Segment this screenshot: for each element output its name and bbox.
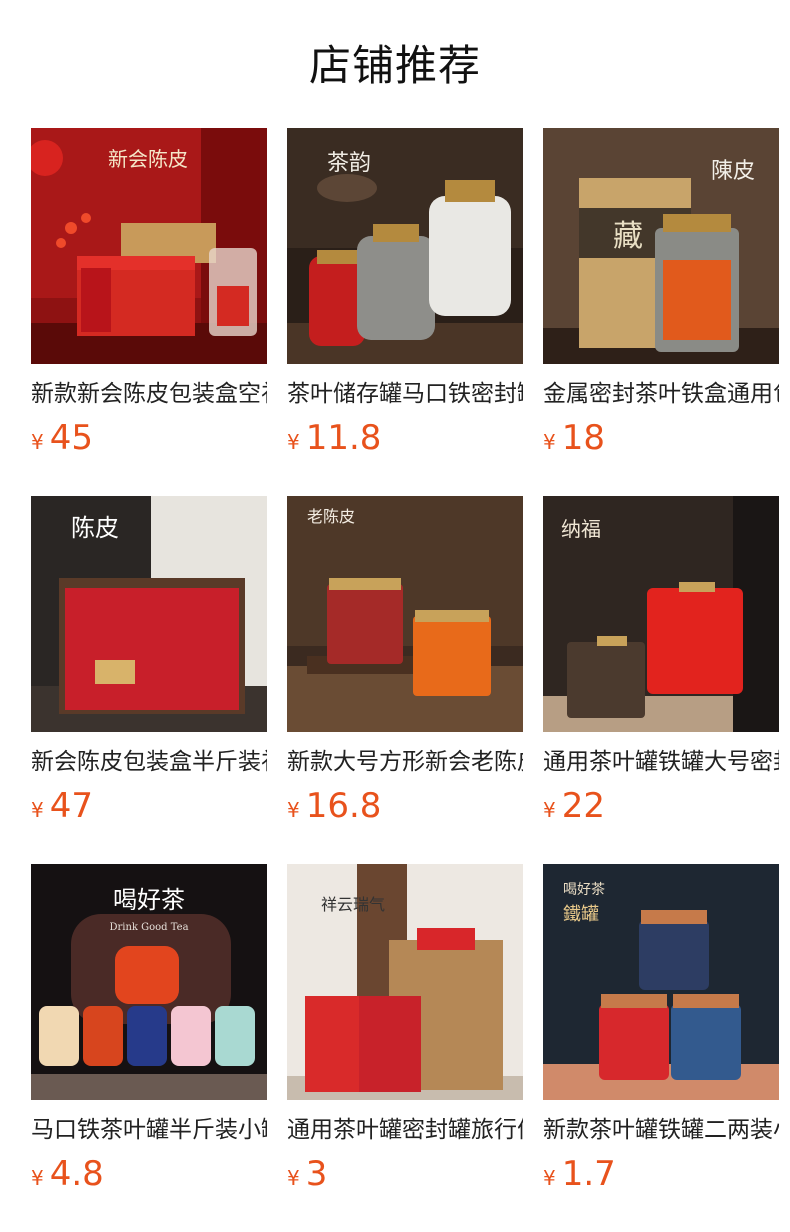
price-value: 16.8 (305, 786, 382, 826)
product-image[interactable]: 纳福 (543, 496, 779, 732)
product-card[interactable]: 喝好茶 鐵罐 新款茶叶罐铁罐二两装小号 ¥1.7 (543, 864, 779, 1200)
image-caption: Drink Good Tea (109, 922, 188, 933)
price-value: 22 (561, 786, 605, 826)
product-name[interactable]: 马口铁茶叶罐半斤装小罐 (31, 1114, 267, 1146)
product-image[interactable]: 陈皮 (31, 496, 267, 732)
product-price: ¥22 (543, 786, 779, 832)
product-name[interactable]: 新款新会陈皮包装盒空礼盒 (31, 378, 267, 410)
image-caption: 藏 (613, 219, 643, 254)
product-card[interactable]: 新会陈皮 新款新会陈皮包装盒空礼盒 ¥45 (31, 128, 267, 464)
image-caption: 鐵罐 (563, 904, 599, 925)
image-caption: 喝好茶 (113, 886, 185, 914)
image-caption: 喝好茶 (563, 882, 605, 898)
product-name[interactable]: 茶叶储存罐马口铁密封罐 (287, 378, 523, 410)
image-caption: 陈皮 (71, 514, 119, 542)
product-name[interactable]: 金属密封茶叶铁盒通用包装 (543, 378, 779, 410)
product-card[interactable]: 祥云瑞气 通用茶叶罐密封罐旅行便携 ¥3 (287, 864, 523, 1200)
product-price: ¥45 (31, 418, 267, 464)
product-name[interactable]: 通用茶叶罐铁罐大号密封罐 (543, 746, 779, 778)
price-value: 1.7 (561, 1154, 616, 1194)
product-name[interactable]: 新款大号方形新会老陈皮罐 (287, 746, 523, 778)
price-value: 11.8 (305, 418, 382, 458)
currency-symbol: ¥ (543, 430, 556, 454)
product-card[interactable]: 老陈皮 新款大号方形新会老陈皮罐 ¥16.8 (287, 496, 523, 832)
product-image[interactable]: 陳皮 藏 (543, 128, 779, 364)
image-caption: 老陈皮 (307, 507, 355, 526)
price-value: 4.8 (49, 1154, 104, 1194)
product-image[interactable]: 喝好茶 Drink Good Tea (31, 864, 267, 1100)
product-image[interactable]: 祥云瑞气 (287, 864, 523, 1100)
image-caption: 茶韵 (327, 151, 371, 176)
currency-symbol: ¥ (543, 1166, 556, 1190)
product-image[interactable]: 喝好茶 鐵罐 (543, 864, 779, 1100)
product-card[interactable]: 喝好茶 Drink Good Tea 马口铁茶叶罐半斤装小罐 ¥4.8 (31, 864, 267, 1200)
image-caption: 祥云瑞气 (321, 895, 385, 914)
product-price: ¥3 (287, 1154, 523, 1200)
currency-symbol: ¥ (31, 798, 44, 822)
product-price: ¥11.8 (287, 418, 523, 464)
currency-symbol: ¥ (31, 430, 44, 454)
currency-symbol: ¥ (543, 798, 556, 822)
product-name[interactable]: 新款茶叶罐铁罐二两装小号 (543, 1114, 779, 1146)
product-price: ¥1.7 (543, 1154, 779, 1200)
price-value: 3 (305, 1154, 328, 1194)
product-price: ¥47 (31, 786, 267, 832)
product-image[interactable]: 老陈皮 (287, 496, 523, 732)
price-value: 18 (561, 418, 605, 458)
currency-symbol: ¥ (287, 430, 300, 454)
image-caption: 陳皮 (711, 159, 755, 184)
product-image[interactable]: 茶韵 (287, 128, 523, 364)
price-value: 45 (49, 418, 93, 458)
image-caption: 纳福 (561, 517, 601, 541)
product-price: ¥18 (543, 418, 779, 464)
product-price: ¥16.8 (287, 786, 523, 832)
product-image[interactable]: 新会陈皮 (31, 128, 267, 364)
product-card[interactable]: 茶韵 茶叶储存罐马口铁密封罐 ¥11.8 (287, 128, 523, 464)
product-name[interactable]: 新会陈皮包装盒半斤装礼盒 (31, 746, 267, 778)
currency-symbol: ¥ (31, 1166, 44, 1190)
currency-symbol: ¥ (287, 798, 300, 822)
currency-symbol: ¥ (287, 1166, 300, 1190)
price-value: 47 (49, 786, 93, 826)
product-card[interactable]: 纳福 通用茶叶罐铁罐大号密封罐 ¥22 (543, 496, 779, 832)
image-caption: 新会陈皮 (108, 147, 188, 171)
product-card[interactable]: 陈皮 新会陈皮包装盒半斤装礼盒 ¥47 (31, 496, 267, 832)
product-card[interactable]: 陳皮 藏 金属密封茶叶铁盒通用包装 ¥18 (543, 128, 779, 464)
product-name[interactable]: 通用茶叶罐密封罐旅行便携 (287, 1114, 523, 1146)
product-price: ¥4.8 (31, 1154, 267, 1200)
page-title: 店铺推荐 (308, 41, 481, 90)
